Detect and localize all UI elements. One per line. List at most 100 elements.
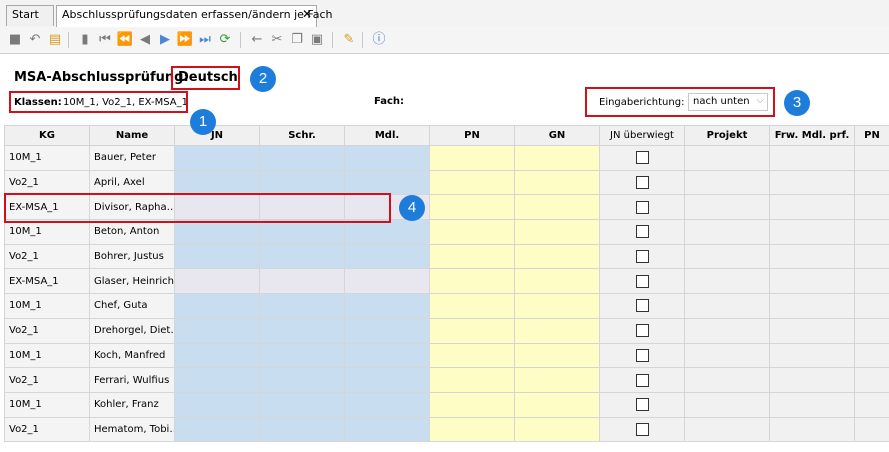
cell-pn[interactable] [429,317,515,344]
cell-mdl[interactable] [344,391,430,418]
cell-name[interactable]: Kohler, Franz [89,391,175,418]
column-header[interactable]: KG [4,125,90,146]
cell-pn[interactable] [429,243,515,270]
undo-icon[interactable]: ↶ [26,31,44,49]
cell-schr[interactable] [259,194,345,221]
column-header[interactable]: Projekt [684,125,770,146]
table-row[interactable]: 10M_1 Koch, Manfred [4,342,889,369]
cell-jn[interactable] [174,293,260,319]
cell-mdl[interactable] [344,219,430,245]
column-header[interactable]: JN überwiegt [599,125,685,146]
cell-jn-ueberwiegt[interactable] [599,268,685,295]
cell-name[interactable]: Hematom, Tobi… [89,416,175,443]
cell-gn[interactable] [514,367,600,393]
cell-kg[interactable]: Vo2_1 [4,317,90,344]
cell-kg[interactable]: 10M_1 [4,145,90,171]
cell-jn-ueberwiegt[interactable] [599,391,685,418]
cell-mdl[interactable] [344,243,430,270]
cell-pn2[interactable] [854,169,889,196]
cell-jn[interactable] [174,416,260,443]
cell-projekt[interactable] [684,391,770,418]
cell-mdl[interactable] [344,293,430,319]
cell-name[interactable]: April, Axel [89,169,175,196]
cell-jn[interactable] [174,219,260,245]
cell-jn-ueberwiegt[interactable] [599,194,685,221]
close-icon[interactable]: ✕ [302,7,312,21]
cell-jn-ueberwiegt[interactable] [599,317,685,344]
cell-schr[interactable] [259,268,345,295]
cell-jn[interactable] [174,243,260,270]
paste-icon[interactable]: ▣ [308,31,326,49]
cell-name[interactable]: Koch, Manfred [89,342,175,369]
cell-name[interactable]: Divisor, Rapha… [89,194,175,221]
cell-kg[interactable]: EX-MSA_1 [4,194,90,221]
cell-kg[interactable]: 10M_1 [4,391,90,418]
cell-projekt[interactable] [684,293,770,319]
cell-pn2[interactable] [854,219,889,245]
cell-pn[interactable] [429,293,515,319]
cell-jn[interactable] [174,317,260,344]
cell-gn[interactable] [514,342,600,369]
table-row[interactable]: 10M_1 Beton, Anton [4,219,889,245]
table-row[interactable]: 10M_1 Bauer, Peter [4,145,889,171]
jn-ueberwiegt-checkbox[interactable] [635,250,649,264]
table-row[interactable]: Vo2_1 April, Axel [4,169,889,196]
jn-ueberwiegt-checkbox[interactable] [635,373,649,387]
cell-pn[interactable] [429,391,515,418]
jn-ueberwiegt-checkbox[interactable] [635,225,649,239]
cell-kg[interactable]: Vo2_1 [4,243,90,270]
cell-mdl[interactable] [344,367,430,393]
cell-schr[interactable] [259,391,345,418]
cell-projekt[interactable] [684,145,770,171]
cell-schr[interactable] [259,317,345,344]
cell-jn-ueberwiegt[interactable] [599,416,685,443]
cell-pn2[interactable] [854,391,889,418]
cell-jn-ueberwiegt[interactable] [599,219,685,245]
cell-pn2[interactable] [854,367,889,393]
cell-frw-mdl-prf[interactable] [769,317,855,344]
column-header[interactable]: JN [174,125,260,146]
cell-schr[interactable] [259,342,345,369]
cell-jn-ueberwiegt[interactable] [599,367,685,393]
column-header[interactable]: PN [854,125,889,146]
cell-gn[interactable] [514,317,600,344]
table-row[interactable]: Vo2_1 Drehorgel, Diet… [4,317,889,344]
cell-pn2[interactable] [854,342,889,369]
column-header[interactable]: Mdl. [344,125,430,146]
jn-ueberwiegt-checkbox[interactable] [635,200,649,214]
cell-kg[interactable]: EX-MSA_1 [4,268,90,295]
cell-jn[interactable] [174,169,260,196]
cell-pn[interactable] [429,145,515,171]
cell-projekt[interactable] [684,416,770,443]
cell-jn-ueberwiegt[interactable] [599,293,685,319]
table-row[interactable]: EX-MSA_1 Glaser, Heinrich [4,268,889,295]
edit-icon[interactable]: ▤ [46,31,64,49]
help-icon[interactable]: ⓘ [370,31,388,49]
cell-kg[interactable]: 10M_1 [4,293,90,319]
cell-projekt[interactable] [684,169,770,196]
cell-projekt[interactable] [684,268,770,295]
cell-jn-ueberwiegt[interactable] [599,169,685,196]
cell-frw-mdl-prf[interactable] [769,145,855,171]
cell-pn2[interactable] [854,317,889,344]
cell-pn[interactable] [429,219,515,245]
jn-ueberwiegt-checkbox[interactable] [635,299,649,313]
cell-name[interactable]: Bohrer, Justus [89,243,175,270]
cell-frw-mdl-prf[interactable] [769,194,855,221]
table-row[interactable]: 10M_1 Chef, Guta [4,293,889,319]
clear-broom-icon[interactable]: ✎ [340,31,358,49]
cell-kg[interactable]: Vo2_1 [4,367,90,393]
previous-record-icon[interactable]: ◀ [136,31,154,49]
cell-frw-mdl-prf[interactable] [769,391,855,418]
cell-pn2[interactable] [854,293,889,319]
cell-kg[interactable]: 10M_1 [4,342,90,369]
cell-frw-mdl-prf[interactable] [769,342,855,369]
cell-schr[interactable] [259,169,345,196]
tab-abschlusspruefungsdaten[interactable]: Abschlussprüfungsdaten erfassen/ändern j… [56,5,333,27]
cell-schr[interactable] [259,243,345,270]
save-icon[interactable]: ■ [6,31,24,49]
back-arrow-icon[interactable]: ← [248,31,266,49]
cell-jn[interactable] [174,268,260,295]
cell-frw-mdl-prf[interactable] [769,219,855,245]
table-row[interactable]: EX-MSA_1 Divisor, Rapha… [4,194,889,221]
